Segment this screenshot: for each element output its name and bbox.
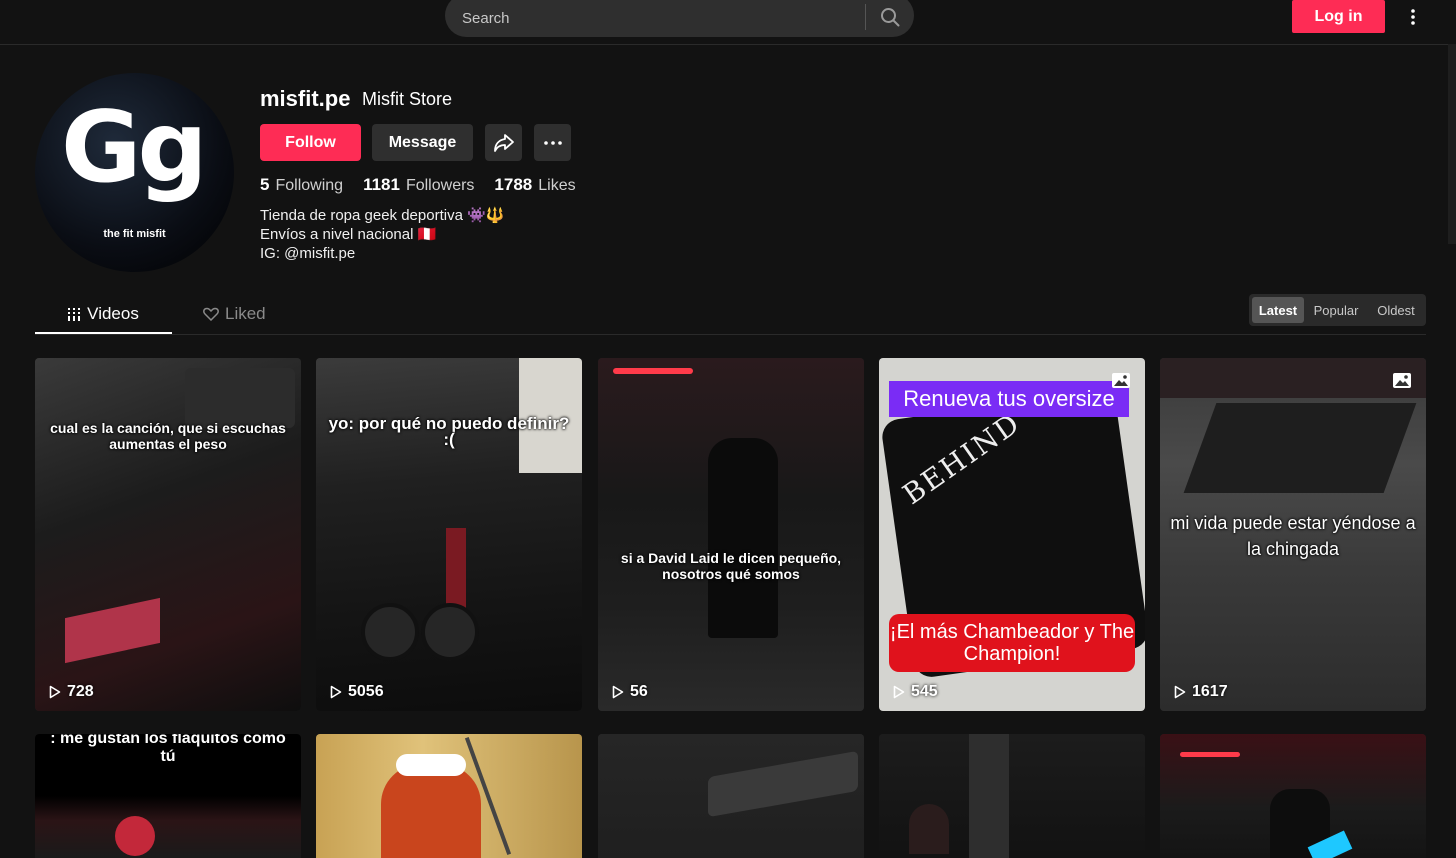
video-card[interactable] xyxy=(316,734,582,858)
stat-followers[interactable]: 1181 Followers xyxy=(363,175,474,195)
tab-liked[interactable]: Liked xyxy=(203,296,266,332)
photo-icon xyxy=(1112,373,1130,388)
neon-light xyxy=(1180,752,1240,757)
login-button[interactable]: Log in xyxy=(1292,0,1385,33)
sort-toggle: Latest Popular Oldest xyxy=(1249,294,1426,326)
avatar-tagline: the fit misfit xyxy=(103,228,166,240)
profile-nickname: Misfit Store xyxy=(362,89,453,109)
weight-plate xyxy=(361,603,419,661)
scrollbar[interactable] xyxy=(1448,44,1456,244)
play-icon xyxy=(49,685,61,699)
video-caption: Renueva tus oversize xyxy=(889,381,1129,417)
avatar: Gg the fit misfit xyxy=(35,73,234,272)
stat-likes: 1788 Likes xyxy=(494,175,575,195)
video-subcaption: ¡El más Chambeador y The Champion! xyxy=(889,614,1135,672)
tab-label: Videos xyxy=(87,304,139,323)
neon-sign xyxy=(115,816,155,856)
video-card[interactable]: si a David Laid le dicen pequeño, nosotr… xyxy=(598,358,864,711)
view-count: 1617 xyxy=(1174,683,1228,701)
search-button[interactable] xyxy=(875,2,905,32)
view-count-value: 545 xyxy=(911,683,938,700)
profile-username: misfit.pe xyxy=(260,86,351,111)
profile-more-button[interactable] xyxy=(534,124,571,161)
search-input[interactable] xyxy=(460,4,854,32)
video-card[interactable] xyxy=(1160,734,1426,858)
tab-label: Liked xyxy=(225,304,266,323)
video-caption: cual es la canción, que si escuchas aume… xyxy=(50,420,286,452)
video-card[interactable]: : me gustan los flaquitos como tú xyxy=(35,734,301,858)
view-count: 728 xyxy=(49,683,94,701)
person-outfit xyxy=(381,764,481,858)
video-caption: mi vida puede estar yéndose a la chingad… xyxy=(1170,513,1416,559)
video-card[interactable] xyxy=(598,734,864,858)
follow-button[interactable]: Follow xyxy=(260,124,361,161)
person-silhouette xyxy=(708,438,778,638)
bio-line: IG: @misfit.pe xyxy=(260,245,356,262)
stat-following[interactable]: 5 Following xyxy=(260,175,343,195)
profile-stats: 5 Following 1181 Followers 1788 Likes xyxy=(260,175,576,195)
video-card[interactable] xyxy=(879,734,1145,858)
video-caption: yo: por qué no puedo definir? :( xyxy=(328,414,570,449)
neon-light xyxy=(613,368,693,374)
view-count-value: 728 xyxy=(67,683,94,700)
sort-latest[interactable]: Latest xyxy=(1252,297,1304,323)
view-count: 5056 xyxy=(330,683,384,701)
more-options-button[interactable] xyxy=(1402,4,1424,30)
collar xyxy=(396,754,466,776)
stat-label: Following xyxy=(275,177,344,194)
photo-icon xyxy=(1393,373,1411,388)
view-count-value: 1617 xyxy=(1192,683,1228,700)
sort-oldest[interactable]: Oldest xyxy=(1369,297,1423,323)
video-card[interactable]: yo: por qué no puedo definir? :( 5056 xyxy=(316,358,582,711)
top-bar: Log in xyxy=(0,0,1456,45)
play-icon xyxy=(1174,685,1186,699)
stat-value: 1181 xyxy=(363,175,400,194)
person-silhouette xyxy=(909,804,949,854)
play-icon xyxy=(612,685,624,699)
search-bar xyxy=(445,0,914,37)
video-caption: : me gustan los flaquitos como tú xyxy=(50,734,286,765)
play-icon xyxy=(893,685,905,699)
view-count-value: 5056 xyxy=(348,683,384,700)
weight-plate xyxy=(421,603,479,661)
stat-label: Followers xyxy=(405,177,475,194)
floor-mat xyxy=(1183,403,1417,493)
wall-area xyxy=(1160,358,1426,398)
bio-line: Tienda de ropa geek deportiva 👾🔱 xyxy=(260,207,505,224)
share-button[interactable] xyxy=(485,124,522,161)
vertical-dots-icon xyxy=(1411,9,1415,25)
content-tabs: Videos Liked xyxy=(35,296,1426,335)
bio-line: Envíos a nivel nacional 🇵🇪 xyxy=(260,226,437,243)
view-count-value: 56 xyxy=(630,683,648,700)
stat-value: 5 xyxy=(260,175,270,194)
tab-videos[interactable]: Videos xyxy=(35,296,172,334)
stat-label: Likes xyxy=(538,177,576,194)
pillar xyxy=(969,734,1009,858)
heart-lock-icon xyxy=(203,307,219,321)
horizontal-dots-icon xyxy=(543,140,562,145)
view-count: 56 xyxy=(612,683,648,701)
avatar-logo: Gg xyxy=(61,91,208,205)
video-caption: si a David Laid le dicen pequeño, nosotr… xyxy=(620,550,842,582)
view-count: 545 xyxy=(893,683,938,701)
wall-sign xyxy=(185,368,295,428)
grid-icon xyxy=(68,307,81,321)
profile-bio: Tienda de ropa geek deportiva 👾🔱 Envíos … xyxy=(260,206,504,263)
video-card[interactable]: BEHIND Renueva tus oversize ¡El más Cham… xyxy=(879,358,1145,711)
search-icon xyxy=(881,8,900,27)
play-icon xyxy=(330,685,342,699)
sort-popular[interactable]: Popular xyxy=(1309,297,1363,323)
stat-value: 1788 xyxy=(494,175,533,194)
message-button[interactable]: Message xyxy=(372,124,473,161)
video-card[interactable]: cual es la canción, que si escuchas aume… xyxy=(35,358,301,711)
video-card[interactable]: mi vida puede estar yéndose a la chingad… xyxy=(1160,358,1426,711)
search-divider xyxy=(865,4,866,30)
share-icon xyxy=(493,133,514,152)
